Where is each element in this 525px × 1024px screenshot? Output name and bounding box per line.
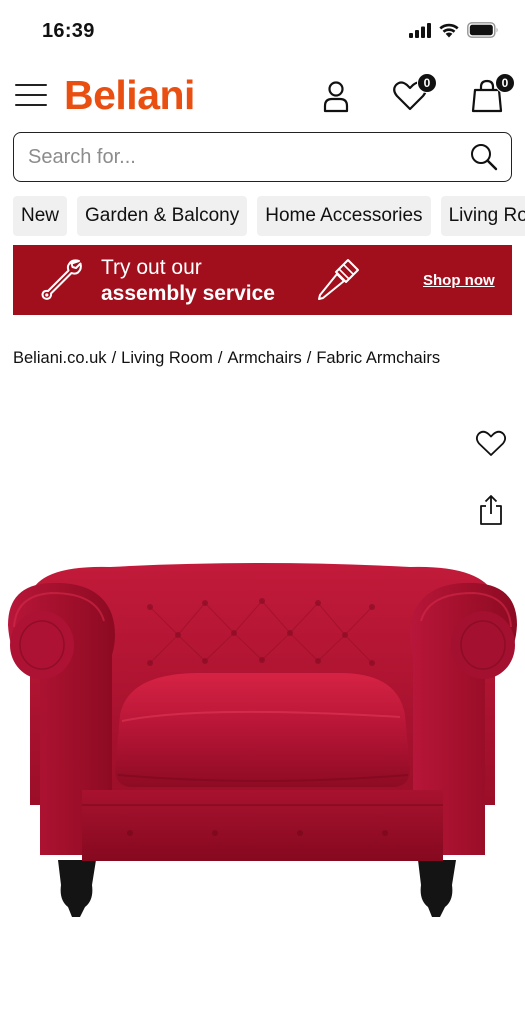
- signal-icon: [409, 22, 431, 38]
- category-nav: New Garden & Balcony Home Accessories Livin…: [13, 196, 525, 236]
- heart-outline-icon: [475, 430, 507, 456]
- category-chip-garden[interactable]: Garden & Balcony: [77, 196, 248, 236]
- breadcrumb-item-armchairs[interactable]: Armchairs: [227, 349, 301, 367]
- banner-text-line1: Try out our: [101, 256, 202, 279]
- status-icons: [409, 22, 499, 38]
- add-to-wishlist-button[interactable]: [474, 426, 508, 460]
- brand-logo[interactable]: Beliani: [64, 72, 195, 119]
- cart-count-badge: 0: [495, 73, 515, 93]
- wishlist-button[interactable]: 0: [390, 73, 437, 116]
- category-chip-living-room[interactable]: Living Room: [440, 196, 525, 236]
- search-bar: [13, 132, 512, 182]
- site-header: Beliani 0 0: [0, 66, 525, 126]
- share-button[interactable]: [477, 494, 505, 526]
- search-icon[interactable]: [469, 142, 499, 172]
- shop-now-link[interactable]: Shop now: [423, 272, 495, 289]
- wrench-icon: [41, 259, 82, 300]
- breadcrumb-item-fabric-armchairs[interactable]: Fabric Armchairs: [316, 349, 440, 367]
- category-chip-new[interactable]: New: [13, 196, 68, 236]
- assembly-service-banner[interactable]: Try out our assembly service Shop now: [13, 245, 512, 315]
- status-bar: 16:39: [0, 0, 525, 62]
- banner-text-line2: assembly service: [101, 282, 275, 305]
- user-icon: [323, 81, 349, 113]
- share-icon: [480, 495, 502, 525]
- breadcrumb: Beliani.co.uk / Living Room / Armchairs / Fabr…: [13, 349, 441, 367]
- breadcrumb-item-home[interactable]: Beliani.co.uk: [13, 349, 107, 367]
- status-time: 16:39: [42, 20, 95, 42]
- menu-button[interactable]: [15, 82, 47, 108]
- wifi-icon: [439, 23, 459, 38]
- product-image-armchair[interactable]: [0, 555, 525, 935]
- wishlist-count-badge: 0: [417, 73, 437, 93]
- battery-icon: [467, 22, 498, 38]
- category-chip-home-accessories[interactable]: Home Accessories: [257, 196, 431, 236]
- screwdriver-icon: [318, 259, 359, 300]
- account-button[interactable]: [316, 76, 356, 116]
- cart-button[interactable]: 0: [468, 73, 515, 116]
- breadcrumb-item-living-room[interactable]: Living Room: [121, 349, 213, 367]
- search-input[interactable]: [28, 143, 448, 171]
